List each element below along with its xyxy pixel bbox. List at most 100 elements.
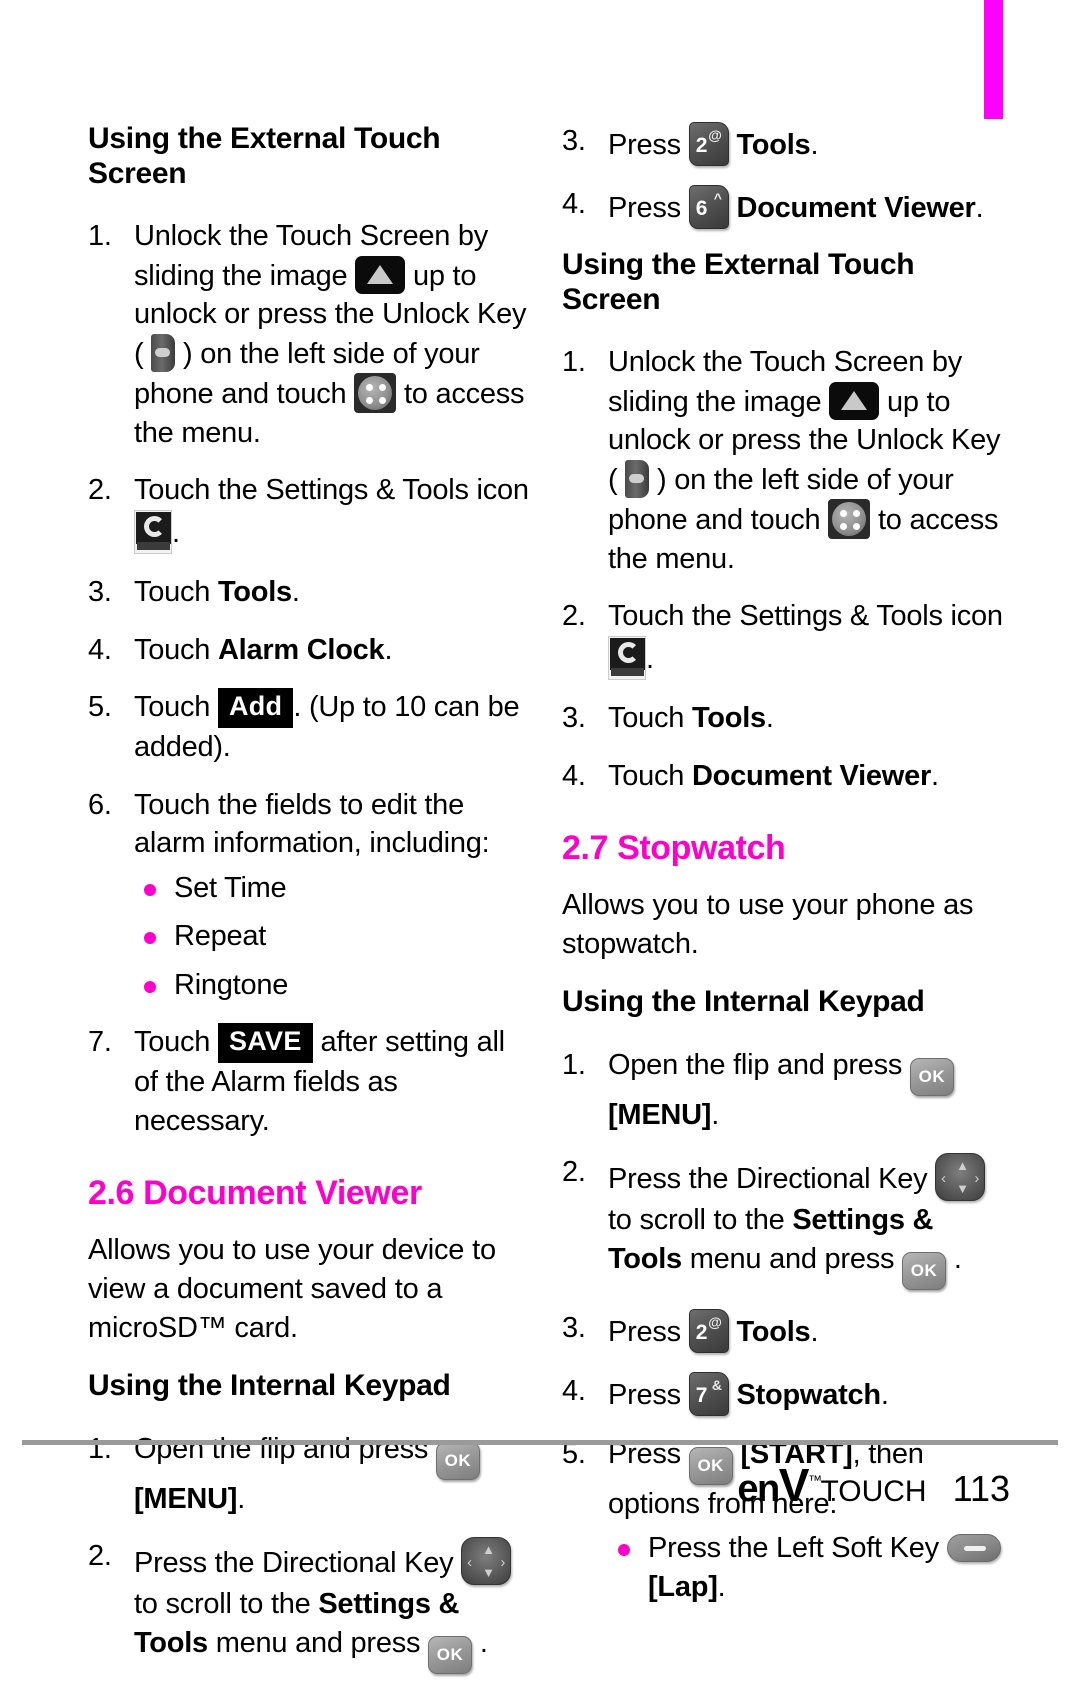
left-column: Using the External Touch Screen 1. Unlock… — [88, 122, 534, 1693]
step-number: 1. — [562, 1048, 586, 1081]
emphasis-text: Tools — [736, 129, 811, 161]
settings-tools-icon — [608, 635, 646, 680]
numbered-step: 2. Touch the Settings & Tools icon . — [562, 597, 1008, 680]
directional-key-icon: ▲ ▼ ‹ › — [935, 1153, 986, 1202]
step-number: 4. — [88, 633, 112, 666]
page-footer: enV™TOUCH 113 — [0, 1462, 1010, 1510]
numbered-step: 3. Press 2 @ Tools. — [562, 1308, 1008, 1353]
bullet-item: Set Time — [134, 869, 534, 908]
env-touch-logo: enV™TOUCH — [737, 1462, 926, 1508]
heading-external-touch-screen-right: Using the External Touch Screen — [562, 248, 915, 316]
emphasis-text: Stopwatch — [736, 1378, 882, 1411]
numbered-step: 5. Touch Add. (Up to 10 can be added). — [88, 688, 534, 766]
inverted-button-label: SAVE — [217, 1023, 313, 1064]
emphasis-text: Settings & Tools — [134, 1588, 460, 1659]
logo-touch: TOUCH — [820, 1475, 927, 1508]
bullet-item: Ringtone — [134, 966, 534, 1005]
numbered-step: 1. Unlock the Touch Screen by sliding the… — [88, 217, 534, 452]
step-text: Touch Alarm Clock. — [134, 633, 393, 666]
step-number: 3. — [562, 1311, 586, 1344]
settings-tools-icon — [134, 509, 172, 554]
step-number: 3. — [88, 575, 112, 608]
logo-en: en — [737, 1468, 780, 1510]
key-7-icon: 7 & — [688, 1371, 729, 1416]
section-description-document-viewer: Allows you to use your device to view a … — [88, 1234, 496, 1344]
right-column: 3. Press 2 @ Tools. 4. Press 6 ^ Document Vie… — [562, 122, 1008, 1693]
emphasis-text: Document Viewer — [691, 759, 932, 792]
step-number: 5. — [88, 691, 112, 724]
steps-document-viewer-external: 1. Unlock the Touch Screen by sliding the… — [562, 343, 1008, 795]
section-title-document-viewer: 2.6 Document Viewer — [88, 1174, 422, 1213]
unlock-key-icon — [151, 333, 176, 372]
inverted-button-label: Add — [217, 688, 294, 728]
key-2-icon: 2 @ — [688, 122, 729, 166]
logo-v: V — [778, 1459, 810, 1511]
step-number: 2. — [88, 474, 112, 507]
step-number: 2. — [562, 1156, 586, 1189]
key-6-icon: 6 ^ — [688, 185, 729, 229]
emphasis-text: Settings & Tools — [608, 1204, 934, 1275]
numbered-step: 2. Press the Directional Key ▲ ▼ ‹ › to scro… — [562, 1153, 1008, 1290]
step-text: Touch Document Viewer. — [608, 759, 939, 792]
bullet-item: Press the Left Soft Key [Lap]. — [608, 1529, 1008, 1606]
ok-key-icon: OK — [428, 1635, 473, 1674]
step-number: 6. — [88, 788, 112, 821]
numbered-step: 4. Touch Document Viewer. — [562, 757, 1008, 796]
step-number: 3. — [562, 701, 586, 734]
footer-divider — [22, 1440, 1058, 1445]
step-text: Unlock the Touch Screen by sliding the i… — [134, 220, 527, 449]
page-number: 113 — [952, 1468, 1010, 1509]
emphasis-text: Document Viewer — [736, 192, 976, 224]
heading-internal-keypad-stopwatch: Using the Internal Keypad — [562, 985, 925, 1019]
step-text: Touch Add. (Up to 10 can be added). — [134, 688, 520, 763]
step-text: Press 2 @ Tools. — [608, 1308, 819, 1353]
step-text: Press the Directional Key ▲ ▼ ‹ › to scroll… — [608, 1153, 986, 1290]
steps-alarm-external: 1. Unlock the Touch Screen by sliding the… — [88, 217, 534, 1140]
step-text: Touch Tools. — [608, 701, 774, 734]
key-2-icon: 2 @ — [688, 1308, 729, 1353]
step-number: 4. — [562, 1374, 586, 1407]
section-tab-marker — [984, 0, 1003, 119]
numbered-step: 2. Press the Directional Key ▲ ▼ ‹ › to scro… — [88, 1537, 534, 1674]
step-number: 4. — [562, 188, 586, 220]
step-text: Touch the fields to edit the alarm infor… — [134, 788, 490, 860]
step-text: Touch Tools. — [134, 575, 300, 608]
step-number: 3. — [562, 125, 586, 157]
numbered-step: 4. Touch Alarm Clock. — [88, 631, 534, 670]
ok-key-icon: OK — [909, 1057, 954, 1096]
numbered-step: 1. Unlock the Touch Screen by sliding the… — [562, 343, 1008, 578]
logo-trademark: ™ — [807, 1472, 822, 1488]
step-text: Press 6 ^ Document Viewer. — [608, 185, 984, 229]
step-number: 2. — [562, 600, 586, 633]
step-text: Open the flip and press OK [MENU]. — [608, 1049, 954, 1131]
numbered-step: 1. Open the flip and press OK [MENU]. — [562, 1046, 1008, 1135]
section-title-stopwatch: 2.7 Stopwatch — [562, 829, 786, 868]
emphasis-text: [Lap] — [648, 1571, 718, 1604]
numbered-step: 6. Touch the fields to edit the alarm inf… — [88, 786, 534, 1005]
step-text: Press the Directional Key ▲ ▼ ‹ › to scroll… — [134, 1537, 512, 1674]
unlock-key-icon — [625, 459, 650, 498]
menu-dots-icon — [354, 373, 397, 414]
numbered-step: 3. Touch Tools. — [562, 699, 1008, 738]
numbered-step: 4. Press 6 ^ Document Viewer. — [562, 185, 1008, 229]
emphasis-text: Tools — [217, 575, 292, 608]
steps-stopwatch-internal: 1. Open the flip and press OK [MENU]. 2. Pr… — [562, 1046, 1008, 1607]
step-text: Press 7 & Stopwatch. — [608, 1371, 889, 1416]
step-number: 4. — [562, 759, 586, 792]
unlock-slider-icon — [355, 255, 406, 294]
numbered-step: 7. Touch SAVE after setting all of the Al… — [88, 1023, 534, 1140]
step-number: 1. — [562, 346, 586, 378]
steps-document-viewer-internal-continued: 3. Press 2 @ Tools. 4. Press 6 ^ Document Vie… — [562, 122, 1008, 229]
step-text: Touch the Settings & Tools icon . — [608, 600, 1003, 680]
numbered-step: 4. Press 7 & Stopwatch. — [562, 1371, 1008, 1416]
emphasis-text: [MENU] — [608, 1098, 712, 1131]
step-number: 7. — [88, 1026, 112, 1059]
heading-internal-keypad-document-viewer: Using the Internal Keypad — [88, 1369, 451, 1403]
step-text: Press 2 @ Tools. — [608, 122, 819, 166]
step-bullet-list: Set Time Repeat Ringtone — [134, 869, 534, 1005]
step-number: 2. — [88, 1540, 112, 1573]
numbered-step: 3. Touch Tools. — [88, 573, 534, 612]
emphasis-text: Tools — [691, 701, 766, 734]
step-bullet-list: Press the Left Soft Key [Lap]. — [608, 1529, 1008, 1606]
heading-external-touch-screen-left: Using the External Touch Screen — [88, 122, 441, 190]
